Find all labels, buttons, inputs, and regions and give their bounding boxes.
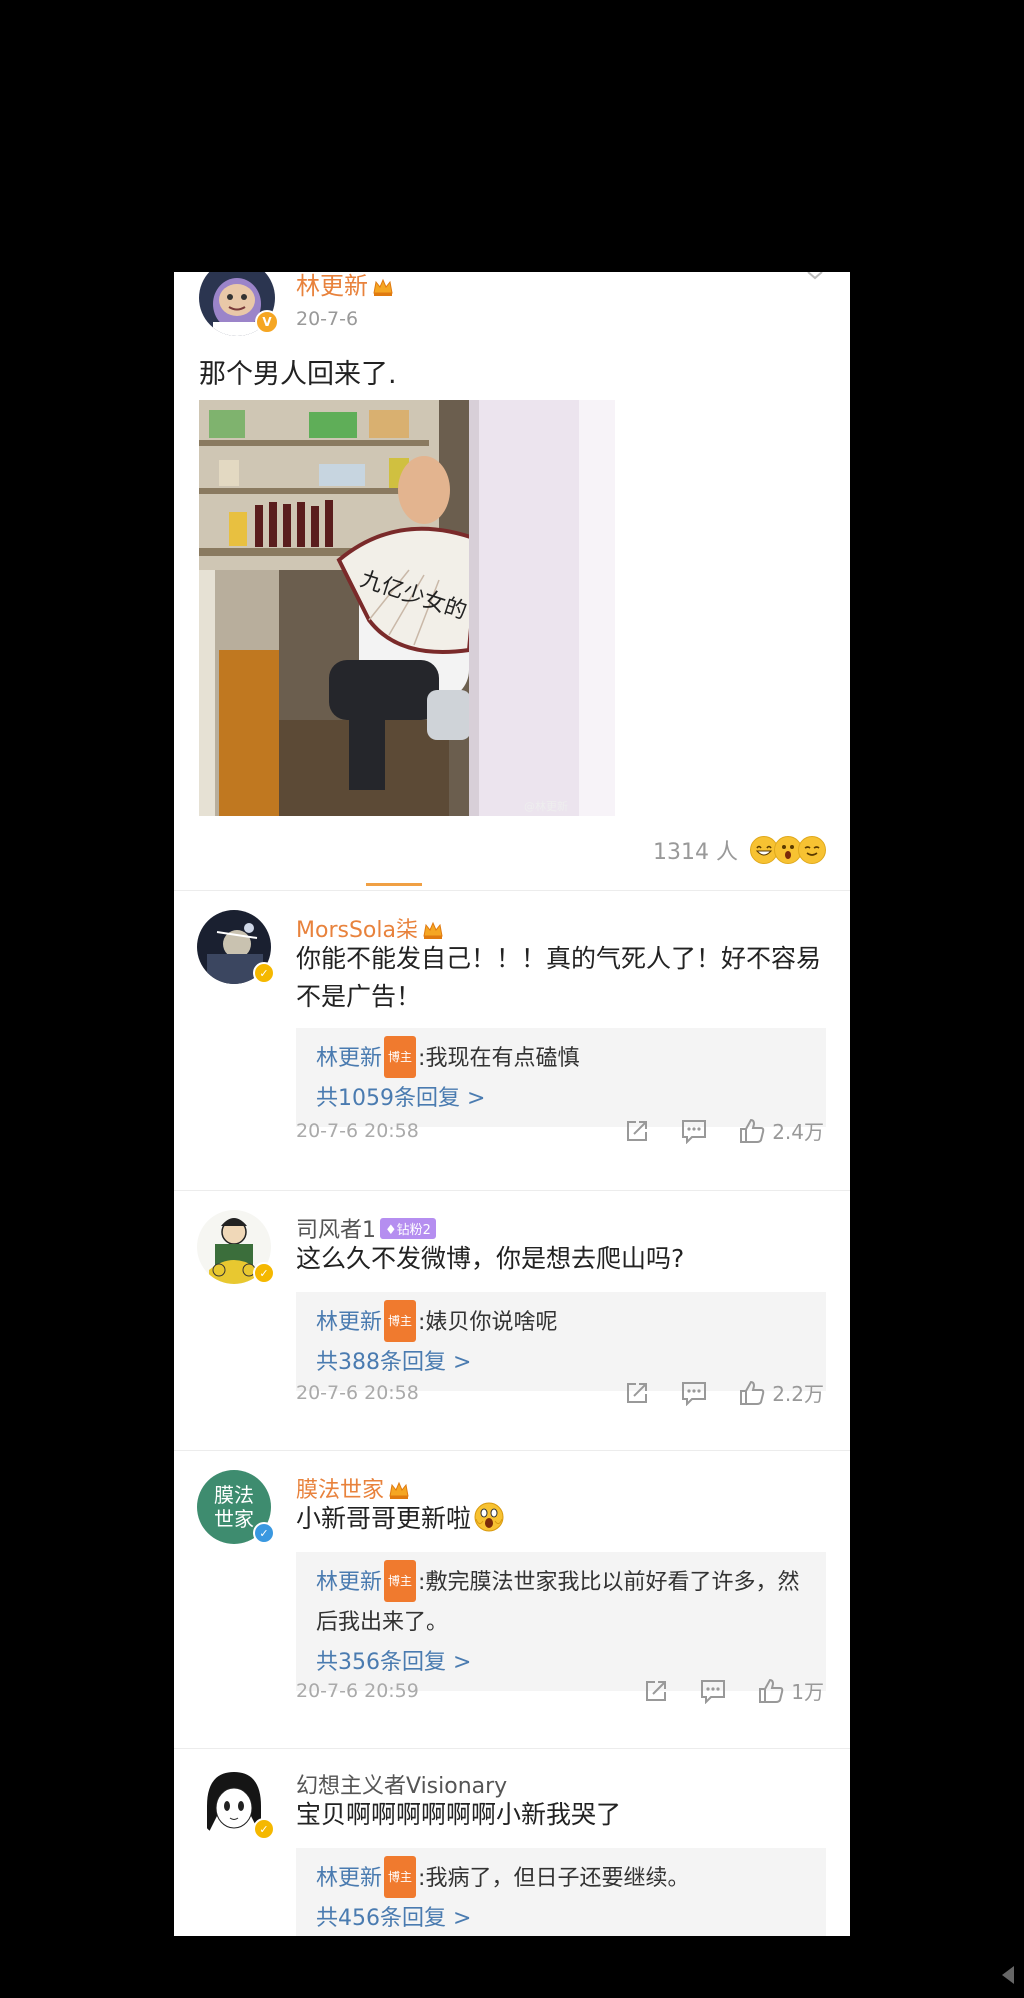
like-button[interactable]: 2.2万	[738, 1378, 824, 1407]
weibo-post-panel: V 林更新 20-7-6 那个男人回来了. 九亿少女的 @林更新 1314 人 …	[174, 272, 850, 1936]
verified-badge-icon: ✓	[253, 962, 275, 984]
host-tag: 博主	[384, 1560, 417, 1602]
comment-text: 这么久不发微博，你是想去爬山吗?	[296, 1244, 685, 1273]
chevron-down-icon[interactable]	[806, 272, 824, 285]
comment-time: 20-7-6 20:58	[296, 1120, 419, 1142]
reply-author[interactable]: 林更新	[316, 1570, 382, 1595]
brand-logo-text: 膜法世家	[214, 1483, 254, 1531]
reply-author[interactable]: 林更新	[316, 1310, 382, 1335]
thumbs-up-icon	[759, 1678, 784, 1703]
share-icon[interactable]	[624, 1380, 650, 1406]
comment-time: 20-7-6 20:59	[296, 1680, 419, 1702]
comment-text: 你能不能发自己！！！真的气死人了！好不容易不是广告！	[296, 944, 822, 1011]
post-text: 那个男人回来了.	[199, 359, 397, 390]
diamond-fan-badge: ♦钻粉2	[380, 1218, 436, 1239]
comment-divider	[174, 1748, 850, 1749]
comment-divider	[174, 1450, 850, 1451]
verified-badge-icon: ✓	[253, 1818, 275, 1840]
verified-badge-icon: ✓	[253, 1522, 275, 1544]
comment-time: 20-7-6 20:58	[296, 1382, 419, 1404]
diamond-icon: ♦	[385, 1223, 397, 1238]
reply-box[interactable]: 林更新 博主:我病了，但日子还要继续。 共456条回复 >	[296, 1848, 826, 1936]
reply-box[interactable]: 林更新 博主:敷完膜法世家我比以前好看了许多，然后我出来了。 共356条回复 >	[296, 1552, 826, 1691]
scream-face-icon	[473, 1501, 505, 1544]
comment-text: 小新哥哥更新啦	[296, 1500, 826, 1544]
comment-icon[interactable]	[680, 1380, 708, 1406]
host-tag: 博主	[384, 1036, 417, 1078]
reply-box[interactable]: 林更新 博主:婊贝你说啥呢 共388条回复 >	[296, 1292, 826, 1391]
more-replies-link[interactable]: 共388条回复 >	[316, 1343, 806, 1383]
host-tag: 博主	[384, 1856, 417, 1898]
more-replies-link[interactable]: 共1059条回复 >	[316, 1079, 806, 1119]
reply-author[interactable]: 林更新	[316, 1866, 382, 1891]
crown-icon	[372, 275, 394, 303]
more-replies-link[interactable]: 共456条回复 >	[316, 1899, 806, 1936]
comment-icon[interactable]	[699, 1678, 727, 1704]
reply-box[interactable]: 林更新 博主:我现在有点磕慎 共1059条回复 >	[296, 1028, 826, 1127]
comment-divider	[174, 1190, 850, 1191]
photo-watermark: @林更新	[524, 800, 568, 813]
like-count: 2.2万	[772, 1382, 824, 1406]
verified-badge-icon: ✓	[253, 1262, 275, 1284]
like-button[interactable]: 1万	[757, 1676, 824, 1705]
reply-text: :我现在有点磕慎	[418, 1046, 580, 1071]
smiling-face-icon	[798, 836, 826, 864]
share-icon[interactable]	[643, 1678, 669, 1704]
comment-icon[interactable]	[680, 1118, 708, 1144]
back-triangle-icon[interactable]	[998, 1964, 1016, 1990]
like-count: 2.4万	[772, 1120, 824, 1144]
host-tag: 博主	[384, 1300, 417, 1342]
share-icon[interactable]	[624, 1118, 650, 1144]
post-date: 20-7-6	[296, 308, 359, 330]
reply-text: :婊贝你说啥呢	[418, 1310, 558, 1335]
thumbs-up-icon	[740, 1118, 765, 1143]
tab-indicator	[366, 883, 422, 886]
comment-text: 宝贝啊啊啊啊啊啊小新我哭了	[296, 1800, 622, 1829]
post-author-name[interactable]: 林更新	[296, 272, 394, 303]
reply-author[interactable]: 林更新	[316, 1046, 382, 1071]
like-button[interactable]: 2.4万	[738, 1116, 824, 1145]
section-divider	[174, 890, 850, 891]
post-like-count: 1314 人	[653, 840, 738, 865]
post-reactions[interactable]: 1314 人	[653, 834, 826, 866]
post-photo[interactable]: 九亿少女的	[199, 400, 615, 816]
reply-text: :我病了，但日子还要继续。	[418, 1866, 690, 1891]
verified-badge-icon: V	[255, 310, 279, 334]
thumbs-up-icon	[740, 1380, 765, 1405]
like-count: 1万	[791, 1680, 824, 1704]
